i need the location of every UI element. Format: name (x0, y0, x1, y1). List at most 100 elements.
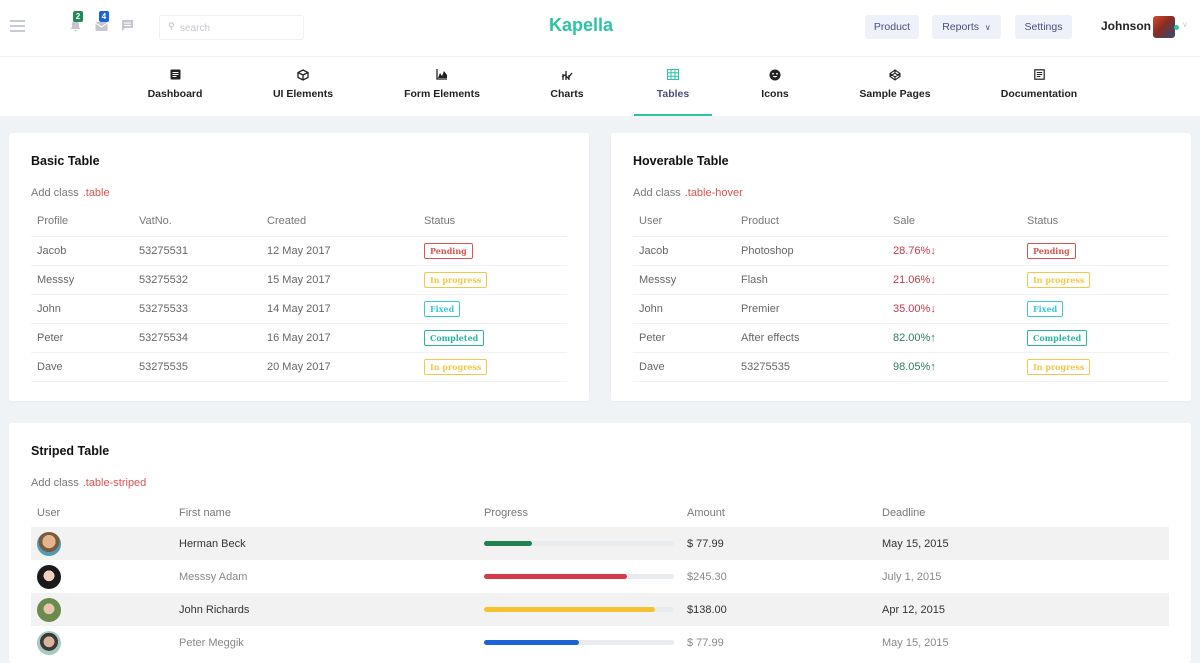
sale-value: 82.00% (893, 331, 931, 344)
created-cell: 12 May 2017 (261, 236, 418, 266)
sale-cell: 82.00%↑ (887, 323, 1021, 353)
search-box[interactable]: ⚲ (159, 15, 304, 40)
nav-label: Form Elements (404, 88, 480, 100)
grid-icon (634, 69, 712, 83)
nav-item-documentation[interactable]: Documentation (997, 57, 1081, 116)
sale-value: 28.76% (893, 244, 931, 257)
message-icon[interactable] (121, 19, 135, 32)
column-header: User (633, 207, 735, 237)
arrow-up-icon: ↑ (930, 331, 936, 344)
profile-cell: John (31, 294, 133, 324)
user-name[interactable]: Johnson (1101, 19, 1151, 33)
column-header: Status (1021, 207, 1169, 237)
basic-table: Profile VatNo. Created Status Jacob 53275… (31, 207, 567, 382)
class-name-code: .table-hover (684, 187, 743, 199)
user-cell: Peter (633, 323, 735, 353)
nav-label: Dashboard (147, 88, 203, 100)
column-header: First name (179, 506, 231, 519)
status-badge: In progress (424, 271, 488, 288)
card-description: Add class .table (31, 187, 110, 199)
search-icon: ⚲ (168, 21, 175, 31)
nav-item-sample-pages[interactable]: Sample Pages (856, 57, 934, 116)
status-cell: Fixed (418, 294, 567, 324)
status-badge: Completed (1027, 329, 1088, 346)
chevron-down-icon: ∨ (984, 23, 991, 32)
column-header: VatNo. (133, 207, 261, 237)
nav-item-ui-elements[interactable]: UI Elements (268, 57, 338, 116)
product-cell: Photoshop (735, 236, 887, 266)
desc-text: Add class (31, 187, 79, 199)
status-cell: Pending (418, 236, 567, 266)
table-row: Messsy Adam $245.30 July 1, 2015 (31, 560, 1169, 593)
table-row[interactable]: Messsy Flash 21.06%↓ In progress (633, 265, 1169, 295)
top-bar: 2 4 ⚲ Kapella Product Reports ∨ Settings… (0, 0, 1200, 57)
nav-item-dashboard[interactable]: Dashboard (140, 57, 210, 116)
brand-logo[interactable]: Kapella (549, 15, 613, 36)
user-avatar[interactable] (1153, 16, 1175, 38)
deadline-cell: July 1, 2015 (882, 570, 942, 583)
created-cell: 15 May 2017 (261, 265, 418, 295)
status-badge: In progress (1027, 271, 1091, 288)
progress-cell (478, 560, 681, 593)
mail-count-badge: 4 (99, 11, 109, 22)
nav-item-form-elements[interactable]: Form Elements (400, 57, 484, 116)
first-name-cell: John Richards (173, 593, 478, 626)
status-cell: In progress (1021, 352, 1169, 382)
nav-label: Icons (761, 88, 789, 100)
card-title: Basic Table (31, 154, 100, 168)
table-row: Peter 53275534 16 May 2017 Completed (31, 323, 567, 353)
table-row[interactable]: Dave 53275535 98.05%↑ In progress (633, 352, 1169, 382)
product-cell: 53275535 (735, 352, 887, 382)
created-cell: 14 May 2017 (261, 294, 418, 324)
desc-text: Add class (633, 187, 681, 199)
menu-icon[interactable] (10, 20, 25, 32)
file-text-icon (997, 69, 1081, 83)
avatar-cell (31, 527, 173, 560)
user-cell: Dave (633, 352, 735, 382)
table-row: Messsy 53275532 15 May 2017 In progress (31, 265, 567, 295)
table-header-row: Profile VatNo. Created Status (31, 207, 567, 237)
profile-cell: Dave (31, 352, 133, 382)
arrow-up-icon: ↑ (930, 360, 936, 373)
avatar-messsy (37, 564, 61, 589)
reports-button-label: Reports (942, 21, 979, 33)
nav-label: Tables (656, 88, 690, 100)
nav-item-tables[interactable]: Tables (634, 57, 712, 116)
first-name-cell: Herman Beck (173, 527, 478, 560)
nav-item-icons[interactable]: Icons (758, 57, 792, 116)
amount-cell: $245.30 (687, 570, 727, 583)
codepen-icon (856, 69, 934, 83)
notification-count-badge: 2 (73, 11, 83, 22)
hoverable-table-card: Hoverable Table Add class .table-hover Us… (611, 133, 1191, 401)
column-header: User (37, 506, 61, 519)
column-header: Profile (31, 207, 133, 237)
column-header: Product (735, 207, 887, 237)
striped-table: User First name Progress Amount Deadline… (31, 498, 1169, 659)
reports-button[interactable]: Reports ∨ (932, 15, 1001, 39)
settings-button[interactable]: Settings (1015, 15, 1072, 39)
sale-cell: 98.05%↑ (887, 352, 1021, 382)
desc-text: Add class (31, 477, 79, 489)
progress-cell (478, 626, 681, 659)
product-button[interactable]: Product (865, 15, 919, 39)
amount-cell: $138.00 (681, 593, 876, 626)
nav-item-charts[interactable]: Charts (547, 57, 587, 116)
table-row[interactable]: Jacob Photoshop 28.76%↓ Pending (633, 236, 1169, 266)
arrow-down-icon: ↓ (930, 244, 936, 257)
created-cell: 16 May 2017 (261, 323, 418, 353)
avatar-herman (37, 531, 61, 556)
card-description: Add class .table-striped (31, 477, 146, 489)
arrow-down-icon: ↓ (930, 302, 936, 315)
table-row[interactable]: Peter After effects 82.00%↑ Completed (633, 323, 1169, 353)
card-title: Striped Table (31, 444, 110, 458)
chevron-down-icon[interactable]: ∨ (1182, 20, 1188, 29)
vat-cell: 53275535 (133, 352, 261, 382)
table-header-row: User Product Sale Status (633, 207, 1169, 237)
status-cell: In progress (418, 352, 567, 382)
status-badge: Pending (424, 242, 473, 259)
table-row[interactable]: John Premier 35.00%↓ Fixed (633, 294, 1169, 324)
product-cell: Flash (735, 265, 887, 295)
status-badge: Completed (424, 329, 485, 346)
chart-area-icon (400, 69, 484, 83)
search-input[interactable] (180, 19, 298, 37)
